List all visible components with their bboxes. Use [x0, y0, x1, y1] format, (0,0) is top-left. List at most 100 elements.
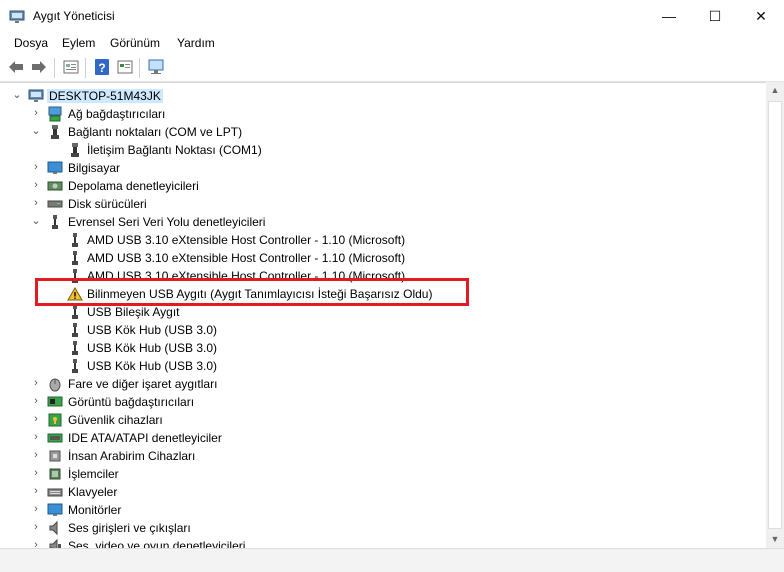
tree-category-item[interactable]: ⌄ Bağlantı noktaları (COM ve LPT) [0, 123, 760, 141]
expand-chevron-icon[interactable]: › [31, 107, 41, 119]
security-device-icon [48, 413, 62, 427]
tree-category-item[interactable]: › Fare ve diğer işaret aygıtları [0, 375, 760, 393]
tree-item-label[interactable]: Disk sürücüleri [68, 197, 147, 211]
tree-category-item[interactable]: ⌄ Evrensel Seri Veri Yolu denetleyicileri [0, 213, 760, 231]
tree-item-label[interactable]: Bilgisayar [68, 161, 120, 175]
usb-icon [72, 233, 78, 247]
toolbar-separator [85, 58, 86, 78]
collapse-chevron-icon[interactable]: ⌄ [12, 89, 22, 101]
tree-item-label[interactable]: USB Bileşik Aygıt [87, 305, 179, 319]
tree-child-item[interactable]: AMD USB 3.10 eXtensible Host Controller … [0, 249, 760, 267]
expand-chevron-icon[interactable]: › [31, 413, 41, 425]
highlight-box [35, 278, 469, 306]
menu-file[interactable]: Dosya [14, 36, 48, 50]
tree-item-label[interactable]: Evrensel Seri Veri Yolu denetleyicileri [68, 215, 265, 229]
tree-child-item[interactable]: USB Kök Hub (USB 3.0) [0, 339, 760, 357]
mouse-icon [49, 378, 61, 392]
tree-item-label[interactable]: Ses girişleri ve çıkışları [68, 521, 191, 535]
tree-category-item[interactable]: › Ağ bağdaştırıcıları [0, 105, 760, 123]
tree-category-item[interactable]: › Disk sürücüleri [0, 195, 760, 213]
tree-category-item[interactable]: › IDE ATA/ATAPI denetleyiciler [0, 429, 760, 447]
tree-root[interactable]: ⌄ DESKTOP-51M43JK [0, 87, 760, 105]
network-adapter-icon [48, 106, 62, 122]
tree-item-label[interactable]: İnsan Arabirim Cihazları [68, 449, 195, 463]
expand-chevron-icon[interactable]: › [31, 485, 41, 497]
tree-category-item[interactable]: › Klavyeler [0, 483, 760, 501]
tree-item-label[interactable]: Güvenlik cihazları [68, 413, 163, 427]
close-button[interactable]: ✕ [738, 0, 784, 32]
tree-item-label[interactable]: İletişim Bağlantı Noktası (COM1) [87, 143, 262, 157]
minimize-button[interactable]: — [646, 0, 692, 32]
tree-item-label[interactable]: USB Kök Hub (USB 3.0) [87, 341, 217, 355]
tree-child-item[interactable]: İletişim Bağlantı Noktası (COM1) [0, 141, 760, 159]
tree-child-item[interactable]: USB Kök Hub (USB 3.0) [0, 357, 760, 375]
tree-child-item[interactable]: AMD USB 3.10 eXtensible Host Controller … [0, 231, 760, 249]
menu-action[interactable]: Eylem [62, 36, 95, 50]
tree-item-label[interactable]: Bağlantı noktaları (COM ve LPT) [68, 125, 242, 139]
tree-item-label[interactable]: Monitörler [68, 503, 121, 517]
display-adapter-icon [47, 396, 63, 407]
menu-help[interactable]: Yardım [177, 36, 215, 50]
tree-item-label[interactable]: Fare ve diğer işaret aygıtları [68, 377, 217, 391]
tree-root-label[interactable]: DESKTOP-51M43JK [47, 89, 163, 103]
expand-chevron-icon[interactable]: › [31, 431, 41, 443]
help-icon[interactable]: ? [93, 58, 111, 76]
menu-view[interactable]: Görünüm [110, 36, 160, 50]
tree-item-label[interactable]: Görüntü bağdaştırıcıları [68, 395, 194, 409]
device-manager-icon [9, 10, 25, 23]
expand-chevron-icon[interactable]: › [31, 395, 41, 407]
keyboard-icon [47, 488, 63, 497]
device-tree[interactable]: ⌄ DESKTOP-51M43JK › Ağ bağdaştırıcıları ⌄ B… [0, 82, 766, 549]
vertical-scrollbar[interactable]: ▲ ▼ [766, 82, 784, 548]
toolbar-separator [54, 58, 55, 78]
window-title: Aygıt Yöneticisi [33, 9, 115, 23]
collapse-chevron-icon[interactable]: ⌄ [31, 215, 41, 227]
tree-category-item[interactable]: › Güvenlik cihazları [0, 411, 760, 429]
maximize-button[interactable]: ☐ [692, 0, 738, 32]
tree-category-item[interactable]: › Depolama denetleyicileri [0, 177, 760, 195]
expand-chevron-icon[interactable]: › [31, 377, 41, 389]
computer-icon [47, 161, 63, 174]
tree-category-item[interactable]: › İnsan Arabirim Cihazları [0, 447, 760, 465]
expand-chevron-icon[interactable]: › [31, 521, 41, 533]
tree-item-label[interactable]: İşlemciler [68, 467, 119, 481]
storage-controller-icon [47, 181, 63, 191]
scan-hardware-icon[interactable] [147, 58, 165, 76]
update-driver-icon[interactable] [116, 58, 134, 76]
tree-item-label[interactable]: USB Kök Hub (USB 3.0) [87, 359, 217, 373]
properties-icon[interactable] [62, 58, 80, 76]
tree-item-label[interactable]: AMD USB 3.10 eXtensible Host Controller … [87, 251, 405, 265]
expand-chevron-icon[interactable]: › [31, 179, 41, 191]
expand-chevron-icon[interactable]: › [31, 467, 41, 479]
forward-arrow-icon[interactable] [30, 58, 48, 76]
expand-chevron-icon[interactable]: › [31, 449, 41, 461]
toolbar-separator [139, 58, 140, 78]
tree-child-item[interactable]: USB Kök Hub (USB 3.0) [0, 321, 760, 339]
usb-icon [72, 359, 78, 373]
tree-category-item[interactable]: › Ses girişleri ve çıkışları [0, 519, 760, 537]
tree-category-item[interactable]: › Bilgisayar [0, 159, 760, 177]
status-bar [0, 548, 784, 572]
tree-category-item[interactable]: › Görüntü bağdaştırıcıları [0, 393, 760, 411]
tree-item-label[interactable]: AMD USB 3.10 eXtensible Host Controller … [87, 233, 405, 247]
tree-item-label[interactable]: Depolama denetleyicileri [68, 179, 199, 193]
scroll-thumb[interactable] [768, 101, 782, 529]
scroll-up-icon[interactable]: ▲ [766, 82, 784, 99]
tree-item-label[interactable]: IDE ATA/ATAPI denetleyiciler [68, 431, 222, 445]
expand-chevron-icon[interactable]: › [31, 161, 41, 173]
tree-item-label[interactable]: USB Kök Hub (USB 3.0) [87, 323, 217, 337]
back-arrow-icon[interactable] [7, 58, 25, 76]
expand-chevron-icon[interactable]: › [31, 197, 41, 209]
svg-text:?: ? [98, 61, 105, 75]
tree-category-item[interactable]: › Monitörler [0, 501, 760, 519]
toolbar: ? [0, 54, 784, 82]
tree-item-label[interactable]: Ağ bağdaştırıcıları [68, 107, 165, 121]
monitor-icon [47, 503, 63, 516]
tree-category-item[interactable]: › İşlemciler [0, 465, 760, 483]
scroll-down-icon[interactable]: ▼ [766, 531, 784, 548]
tree-item-label[interactable]: Klavyeler [68, 485, 117, 499]
expand-chevron-icon[interactable]: › [31, 503, 41, 515]
collapse-chevron-icon[interactable]: ⌄ [31, 125, 41, 137]
port-icon [71, 143, 79, 157]
computer-icon [28, 89, 44, 102]
